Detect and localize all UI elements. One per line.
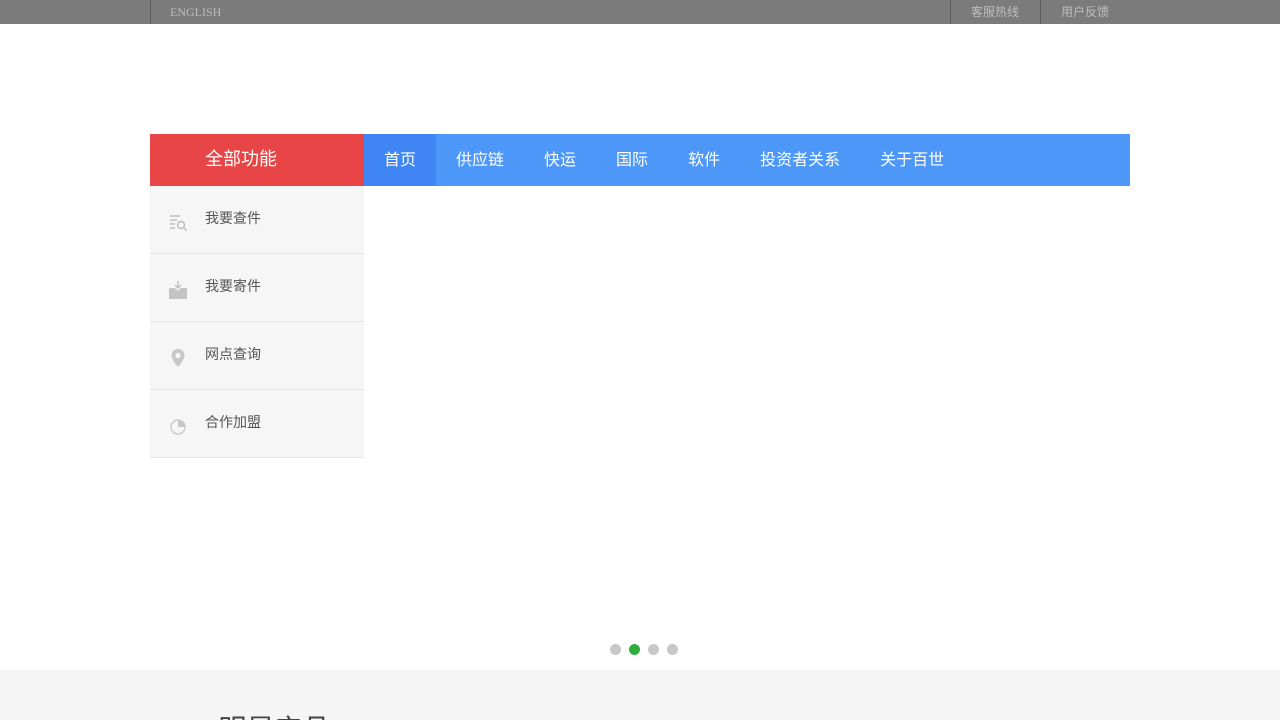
side-item-label: 我要寄件 — [205, 279, 261, 295]
main-nav: 首页 供应链 快运 国际 软件 投资者关系 关于百世 — [364, 134, 1130, 186]
side-item-send[interactable]: 我要寄件 — [150, 254, 364, 322]
nav-item-home[interactable]: 首页 — [364, 134, 437, 186]
hotline-link[interactable]: 客服热线 — [950, 0, 1040, 24]
side-item-franchise[interactable]: 合作加盟 — [150, 390, 364, 458]
side-menu: 我要查件 我要寄件 网点查询 合作加盟 — [150, 186, 364, 458]
carousel-dot-active[interactable] — [629, 644, 640, 655]
side-item-outlet-search[interactable]: 网点查询 — [150, 322, 364, 390]
top-bar: ENGLISH 客服热线 用户反馈 — [0, 0, 1280, 24]
english-link[interactable]: ENGLISH — [150, 0, 270, 24]
products-section: BEST明星产品 — [0, 670, 1280, 720]
nav-item-about[interactable]: 关于百世 — [860, 134, 964, 186]
side-item-label: 合作加盟 — [205, 415, 261, 431]
carousel-dot[interactable] — [667, 644, 678, 655]
section-heading: BEST明星产品 — [150, 708, 330, 720]
nav-item-investor-relations[interactable]: 投资者关系 — [740, 134, 860, 186]
side-item-label: 网点查询 — [205, 347, 261, 363]
nav-item-international[interactable]: 国际 — [596, 134, 668, 186]
track-search-icon — [168, 212, 188, 232]
pie-chart-icon — [168, 416, 188, 436]
all-functions-button[interactable]: 全部功能 — [150, 134, 364, 186]
nav-item-supply-chain[interactable]: 供应链 — [436, 134, 524, 186]
nav-item-express-freight[interactable]: 快运 — [524, 134, 596, 186]
carousel-dots — [610, 644, 678, 655]
location-pin-icon — [168, 348, 188, 368]
nav-item-software[interactable]: 软件 — [668, 134, 740, 186]
side-item-track[interactable]: 我要查件 — [150, 186, 364, 254]
carousel-dot[interactable] — [610, 644, 621, 655]
side-item-label: 我要查件 — [205, 211, 261, 227]
send-package-icon — [168, 280, 188, 300]
carousel-dot[interactable] — [648, 644, 659, 655]
feedback-link[interactable]: 用户反馈 — [1040, 0, 1130, 24]
